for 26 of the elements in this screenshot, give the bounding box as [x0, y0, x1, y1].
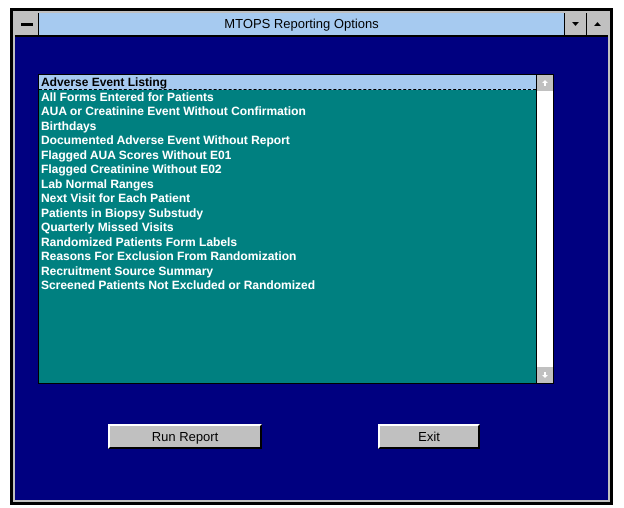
up-arrow-icon [542, 80, 548, 86]
menu-bar-icon [20, 22, 32, 26]
up-arrow-icon [594, 22, 601, 26]
list-item[interactable]: Flagged AUA Scores Without E01 [39, 148, 536, 162]
window-title: MTOPS Reporting Options [223, 15, 380, 34]
list-item[interactable]: Flagged Creatinine Without E02 [39, 162, 536, 176]
down-arrow-icon [572, 22, 579, 26]
list-item[interactable]: Lab Normal Ranges [39, 176, 536, 191]
dialog-button[interactable]: Exit [378, 424, 480, 449]
list-item[interactable]: AUA or Creatinine Event Without Confirmation [39, 104, 536, 118]
dialog-button[interactable]: Run Report [108, 424, 262, 449]
system-menu-button[interactable] [15, 13, 39, 35]
list-item[interactable]: Birthdays [39, 118, 536, 133]
list-item[interactable]: Reasons For Exclusion From Randomization [39, 249, 536, 264]
maximize-button[interactable] [586, 13, 608, 35]
list-item[interactable]: Next Visit for Each Patient [39, 191, 536, 206]
minimize-button[interactable] [564, 13, 586, 35]
list-item[interactable]: Recruitment Source Summary [39, 264, 536, 278]
list-item[interactable]: Patients in Biopsy Substudy [39, 206, 536, 220]
list-item[interactable]: Documented Adverse Event Without Report [39, 133, 536, 148]
list-item[interactable]: All Forms Entered for Patients [39, 90, 536, 104]
list-item[interactable]: Randomized Patients Form Labels [39, 234, 536, 249]
list-item[interactable]: Quarterly Missed Visits [39, 220, 536, 234]
down-arrow-icon [542, 372, 548, 378]
list-item[interactable]: Adverse Event Listing [39, 75, 536, 90]
list-item[interactable]: Screened Patients Not Excluded or Randomized [39, 278, 536, 292]
